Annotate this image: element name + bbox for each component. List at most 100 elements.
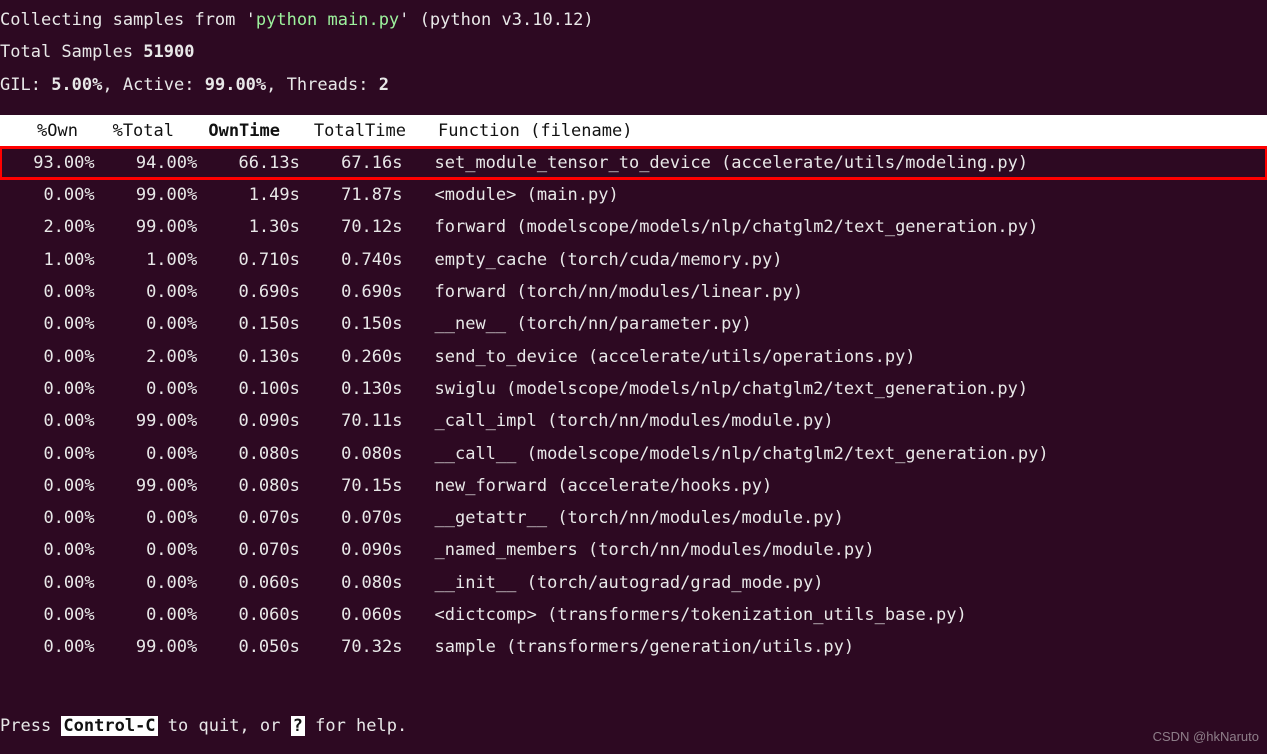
cell-total-time: 71.87s (308, 179, 411, 211)
cell-own-pct: 2.00% (0, 211, 103, 243)
cell-own-pct: 93.00% (0, 147, 103, 179)
cell-total-pct: 0.00% (103, 534, 206, 566)
cell-total-pct: 0.00% (103, 567, 206, 599)
cell-total-time: 0.150s (308, 308, 411, 340)
cell-func: __init__ (torch/autograd/grad_mode.py) (411, 567, 1267, 599)
cell-own-time: 0.150s (205, 308, 308, 340)
cell-total-time: 0.090s (308, 534, 411, 566)
cell-total-pct: 99.00% (103, 211, 206, 243)
key-help: ? (291, 716, 305, 736)
table-row: 0.00%99.00%1.49s71.87s<module> (main.py) (0, 179, 1267, 211)
col-own-time: OwnTime (182, 115, 288, 147)
footer-press: Press (0, 716, 61, 736)
table-row: 2.00%99.00%1.30s70.12sforward (modelscop… (0, 211, 1267, 243)
cell-func: _named_members (torch/nn/modules/module.… (411, 534, 1267, 566)
cell-func: __new__ (torch/nn/parameter.py) (411, 308, 1267, 340)
cell-total-pct: 2.00% (103, 341, 206, 373)
cell-total-time: 67.16s (308, 147, 411, 179)
cell-total-pct: 94.00% (103, 147, 206, 179)
cell-total-time: 70.15s (308, 470, 411, 502)
gil-value: 5.00% (51, 75, 102, 95)
cell-own-time: 0.070s (205, 502, 308, 534)
footer-help: Press Control-C to quit, or ? for help. (0, 710, 407, 742)
cell-total-pct: 0.00% (103, 599, 206, 631)
key-control-c: Control-C (61, 716, 157, 736)
table-row: 0.00%0.00%0.100s0.130sswiglu (modelscope… (0, 373, 1267, 405)
cell-func: _call_impl (torch/nn/modules/module.py) (411, 405, 1267, 437)
cell-total-time: 0.060s (308, 599, 411, 631)
cell-func: set_module_tensor_to_device (accelerate/… (411, 147, 1267, 179)
cell-func: forward (torch/nn/modules/linear.py) (411, 276, 1267, 308)
table-row: 0.00%99.00%0.050s70.32ssample (transform… (0, 631, 1267, 663)
column-header: %Own %Total OwnTime TotalTime Function (… (0, 115, 1267, 147)
col-function: Function (filename) (414, 115, 1267, 147)
cell-total-pct: 1.00% (103, 244, 206, 276)
total-value: 51900 (143, 42, 194, 62)
cell-total-time: 0.690s (308, 276, 411, 308)
cell-own-pct: 0.00% (0, 308, 103, 340)
collecting-line: Collecting samples from 'python main.py'… (0, 4, 1267, 36)
cell-func: send_to_device (accelerate/utils/operati… (411, 341, 1267, 373)
table-row: 0.00%99.00%0.090s70.11s_call_impl (torch… (0, 405, 1267, 437)
collect-prefix: Collecting samples from ' (0, 10, 256, 30)
total-samples-line: Total Samples 51900 (0, 36, 1267, 68)
cell-own-pct: 0.00% (0, 599, 103, 631)
table-row: 0.00%2.00%0.130s0.260ssend_to_device (ac… (0, 341, 1267, 373)
cell-total-time: 70.11s (308, 405, 411, 437)
active-value: 99.00% (205, 75, 266, 95)
collect-suffix: ' (python v3.10.12) (399, 10, 593, 30)
cell-own-pct: 0.00% (0, 567, 103, 599)
gil-label: GIL: (0, 75, 51, 95)
cell-own-pct: 0.00% (0, 373, 103, 405)
cell-own-time: 0.690s (205, 276, 308, 308)
col-total-pct: %Total (86, 115, 182, 147)
cell-own-time: 0.090s (205, 405, 308, 437)
cell-func: new_forward (accelerate/hooks.py) (411, 470, 1267, 502)
table-row: 0.00%99.00%0.080s70.15snew_forward (acce… (0, 470, 1267, 502)
total-label: Total Samples (0, 42, 143, 62)
cell-own-pct: 0.00% (0, 631, 103, 663)
cell-own-pct: 0.00% (0, 405, 103, 437)
threads-label: , Threads: (266, 75, 379, 95)
cell-func: empty_cache (torch/cuda/memory.py) (411, 244, 1267, 276)
cell-total-pct: 99.00% (103, 631, 206, 663)
table-row: 0.00%0.00%0.150s0.150s__new__ (torch/nn/… (0, 308, 1267, 340)
cell-own-pct: 1.00% (0, 244, 103, 276)
cell-total-time: 0.130s (308, 373, 411, 405)
cell-total-time: 0.080s (308, 567, 411, 599)
cell-total-time: 0.740s (308, 244, 411, 276)
cell-total-pct: 0.00% (103, 438, 206, 470)
stats-line: GIL: 5.00%, Active: 99.00%, Threads: 2 (0, 69, 1267, 101)
cell-own-pct: 0.00% (0, 438, 103, 470)
cell-own-time: 0.080s (205, 470, 308, 502)
cell-own-time: 0.060s (205, 567, 308, 599)
cell-own-pct: 0.00% (0, 534, 103, 566)
command: python main.py (256, 10, 399, 30)
cell-own-pct: 0.00% (0, 502, 103, 534)
cell-func: sample (transformers/generation/utils.py… (411, 631, 1267, 663)
table-row: 0.00%0.00%0.070s0.070s__getattr__ (torch… (0, 502, 1267, 534)
cell-func: forward (modelscope/models/nlp/chatglm2/… (411, 211, 1267, 243)
watermark: CSDN @hkNaruto (1153, 725, 1259, 750)
cell-func: <dictcomp> (transformers/tokenization_ut… (411, 599, 1267, 631)
cell-func: __call__ (modelscope/models/nlp/chatglm2… (411, 438, 1267, 470)
table-row: 93.00%94.00%66.13s67.16sset_module_tenso… (0, 147, 1267, 179)
cell-own-time: 66.13s (205, 147, 308, 179)
cell-own-time: 1.30s (205, 211, 308, 243)
cell-total-pct: 0.00% (103, 502, 206, 534)
cell-total-time: 70.32s (308, 631, 411, 663)
cell-own-time: 0.080s (205, 438, 308, 470)
col-own-pct: %Own (0, 115, 86, 147)
table-row: 0.00%0.00%0.070s0.090s_named_members (to… (0, 534, 1267, 566)
cell-func: swiglu (modelscope/models/nlp/chatglm2/t… (411, 373, 1267, 405)
profile-table: 93.00%94.00%66.13s67.16sset_module_tenso… (0, 147, 1267, 664)
footer-end: for help. (305, 716, 407, 736)
cell-total-time: 70.12s (308, 211, 411, 243)
table-row: 0.00%0.00%0.690s0.690sforward (torch/nn/… (0, 276, 1267, 308)
cell-own-time: 0.060s (205, 599, 308, 631)
cell-total-pct: 0.00% (103, 276, 206, 308)
col-total-time: TotalTime (288, 115, 414, 147)
cell-total-pct: 99.00% (103, 179, 206, 211)
cell-total-time: 0.070s (308, 502, 411, 534)
active-label: , Active: (102, 75, 204, 95)
